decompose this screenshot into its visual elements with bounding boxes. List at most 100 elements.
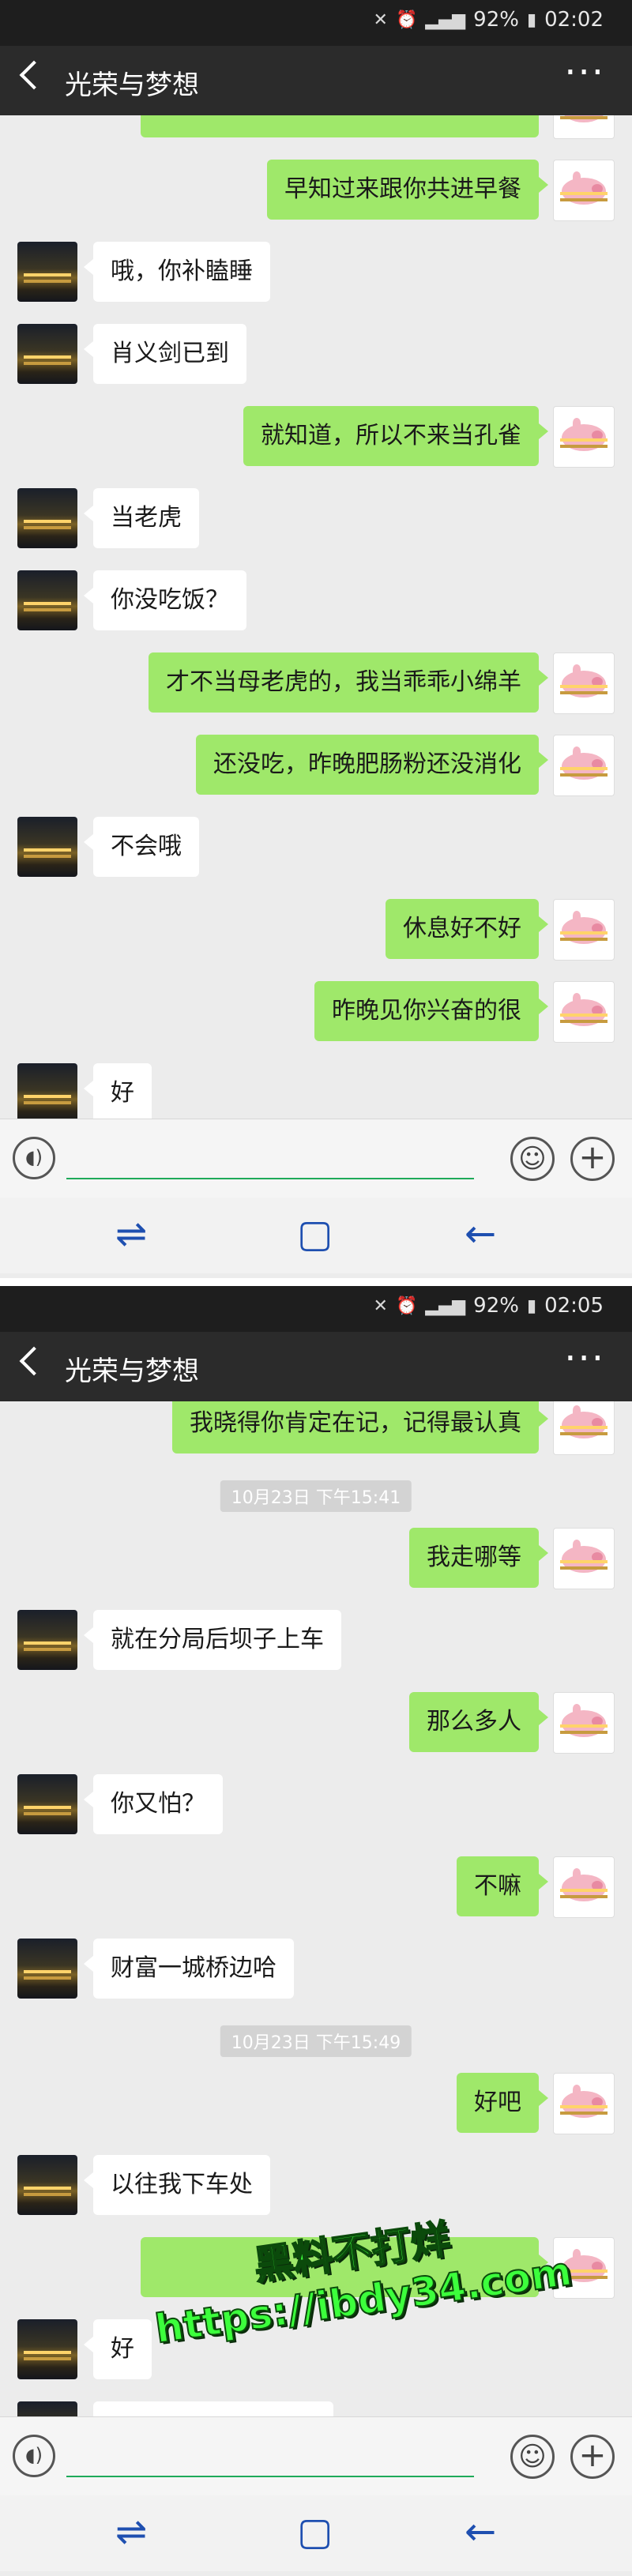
my-avatar[interactable] [553, 981, 615, 1043]
received-message[interactable]: 你没吃饭？ [84, 570, 246, 630]
contact-avatar[interactable] [17, 242, 77, 302]
home-icon[interactable]: ▢ [297, 1212, 333, 1256]
received-message[interactable]: 好 [84, 1063, 152, 1119]
alarm-icon: ⏰ [395, 1296, 418, 1316]
pig-avatar-icon [562, 1405, 606, 1438]
voice-icon[interactable]: ◖) [13, 2435, 55, 2477]
pig-avatar-icon [562, 2085, 606, 2118]
sent-message[interactable]: 我晓得你肯定在记，记得最认真 [172, 1401, 548, 1453]
pig-avatar-icon [562, 418, 606, 451]
message-row [0, 2394, 632, 2416]
system-nav-bar: ⇌ ▢ ← [0, 1198, 632, 1273]
contact-avatar[interactable] [17, 1774, 77, 1834]
contact-avatar[interactable] [17, 1063, 77, 1119]
pig-avatar-icon [562, 746, 606, 780]
contact-avatar[interactable] [17, 817, 77, 877]
clock: 02:05 [544, 1294, 604, 1318]
message-row: 财富一城桥边哈 [0, 1931, 632, 2006]
message-row: 早知过来跟你共进早餐 [0, 152, 632, 228]
sent-message[interactable]: 不嘛 [457, 1856, 548, 1916]
status-bar: ✕ ⏰ ▂▄▆ 92% ▮ 02:02 [0, 0, 632, 46]
chevron-left-icon[interactable] [19, 60, 49, 90]
voice-icon[interactable]: ◖) [13, 1137, 55, 1179]
my-avatar[interactable] [553, 735, 615, 796]
emoji-icon[interactable]: ☺ [510, 2435, 555, 2479]
received-message[interactable] [93, 2401, 333, 2416]
status-bar: ✕ ⏰ ▂▄▆ 92% ▮ 02:05 [0, 1286, 632, 1332]
sent-message[interactable]: 昨晚见你兴奋的很 [314, 981, 548, 1041]
chat-header: 光荣与梦想 ··· [0, 1332, 632, 1401]
contact-avatar[interactable] [17, 488, 77, 548]
message-list[interactable]: 早知过来跟你共进早餐哦，你补瞌睡 肖义剑已到就知道，所以不来当孔雀 当老虎你没吃饭？… [0, 115, 632, 1119]
received-message[interactable]: 好 [84, 2319, 152, 2379]
message-row: 不嘛 [0, 1848, 632, 1924]
home-icon[interactable]: ▢ [297, 2510, 333, 2554]
input-bar: ◖) ☺ + [0, 1119, 632, 1198]
pig-avatar-icon [562, 911, 606, 944]
sent-message[interactable] [141, 115, 539, 137]
chevron-left-icon[interactable] [19, 1346, 49, 1376]
sent-message[interactable]: 还没吃，昨晚肥肠粉还没消化 [196, 735, 548, 795]
message-input[interactable] [66, 1178, 474, 1179]
message-row: 你又怕？ [0, 1766, 632, 1842]
pig-avatar-icon [562, 1704, 606, 1737]
recent-apps-icon[interactable]: ⇌ [115, 2510, 147, 2554]
more-icon[interactable]: ··· [564, 51, 605, 95]
timestamp: 10月23日 下午15:49 [220, 2025, 412, 2057]
my-avatar[interactable] [553, 160, 615, 221]
message-row: 我走哪等 [0, 1520, 632, 1596]
contact-avatar[interactable] [17, 2401, 77, 2416]
received-message[interactable]: 当老虎 [84, 488, 199, 548]
more-icon[interactable]: ··· [564, 1337, 605, 1381]
battery-text: 92% [473, 1294, 519, 1318]
my-avatar[interactable] [553, 2073, 615, 2134]
my-avatar[interactable] [553, 1401, 615, 1455]
received-message[interactable]: 以往我下车处 [84, 2155, 270, 2215]
system-nav-bar: ⇌ ▢ ← [0, 2495, 632, 2571]
received-message[interactable]: 哦，你补瞌睡 [84, 242, 270, 302]
received-message[interactable]: 财富一城桥边哈 [84, 1939, 294, 1999]
my-avatar[interactable] [553, 652, 615, 714]
screen-1: ✕ ⏰ ▂▄▆ 92% ▮ 02:02 光荣与梦想 ··· 早知过来跟你共进早餐… [0, 0, 632, 1278]
sent-message[interactable]: 我走哪等 [409, 1528, 548, 1588]
contact-avatar[interactable] [17, 2319, 77, 2379]
pig-avatar-icon [562, 171, 606, 205]
message-row: 休息好不好 [0, 891, 632, 967]
received-message[interactable]: 肖义剑已到 [84, 324, 246, 384]
battery-text: 92% [473, 8, 519, 32]
sent-message[interactable]: 好吧 [457, 2073, 548, 2133]
contact-avatar[interactable] [17, 324, 77, 384]
sent-message[interactable]: 休息好不好 [386, 899, 548, 959]
received-message[interactable]: 就在分局后坝子上车 [84, 1610, 341, 1670]
my-avatar[interactable] [553, 406, 615, 468]
message-row: 才不当母老虎的，我当乖乖小绵羊 [0, 645, 632, 720]
my-avatar[interactable] [553, 1856, 615, 1918]
contact-avatar[interactable] [17, 2155, 77, 2215]
chat-header: 光荣与梦想 ··· [0, 46, 632, 115]
message-row: 肖义剑已到 [0, 316, 632, 392]
sent-message[interactable]: 才不当母老虎的，我当乖乖小绵羊 [149, 652, 548, 713]
plus-icon[interactable]: + [570, 1137, 615, 1181]
my-avatar[interactable] [553, 1528, 615, 1589]
sent-message[interactable]: 就知道，所以不来当孔雀 [243, 406, 548, 466]
recent-apps-icon[interactable]: ⇌ [115, 1212, 147, 1256]
message-input[interactable] [66, 2476, 474, 2477]
sent-message[interactable]: 那么多人 [409, 1692, 548, 1752]
plus-icon[interactable]: + [570, 2435, 615, 2479]
emoji-icon[interactable]: ☺ [510, 1137, 555, 1181]
sent-message[interactable]: 早知过来跟你共进早餐 [267, 160, 548, 220]
received-message[interactable]: 你又怕？ [84, 1774, 223, 1834]
pig-avatar-icon [562, 1540, 606, 1573]
message-row: 当老虎 [0, 480, 632, 556]
message-row: 我晓得你肯定在记，记得最认真 [0, 1401, 632, 1461]
my-avatar[interactable] [553, 115, 615, 139]
received-message[interactable]: 不会哦 [84, 817, 199, 877]
back-icon[interactable]: ← [465, 2510, 496, 2554]
contact-avatar[interactable] [17, 1939, 77, 1999]
message-row: 那么多人 [0, 1684, 632, 1760]
my-avatar[interactable] [553, 899, 615, 961]
my-avatar[interactable] [553, 1692, 615, 1754]
contact-avatar[interactable] [17, 570, 77, 630]
contact-avatar[interactable] [17, 1610, 77, 1670]
back-icon[interactable]: ← [465, 1212, 496, 1256]
